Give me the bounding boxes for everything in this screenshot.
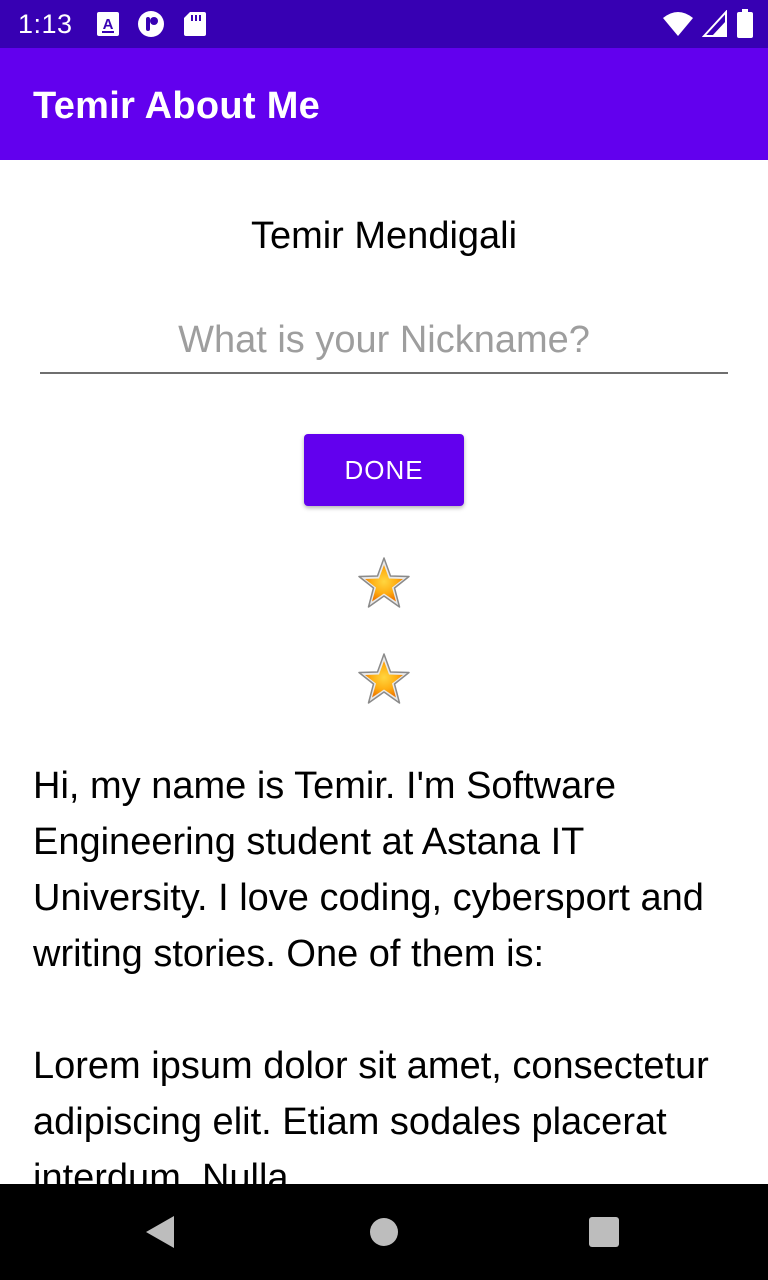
status-bar: 1:13 A	[0, 0, 768, 48]
wifi-icon	[662, 10, 694, 43]
status-time: 1:13	[18, 9, 73, 39]
sd-card-icon	[183, 10, 209, 38]
status-right-icons	[662, 9, 754, 44]
screen: 1:13 A Temir About Me Temir Mendigali Wh…	[0, 0, 768, 1280]
star-icon	[356, 556, 412, 612]
cell-signal-icon	[701, 9, 728, 43]
home-icon[interactable]	[364, 1212, 404, 1252]
bio-text: Hi, my name is Temir. I'm Software Engin…	[33, 765, 709, 1184]
circle-app-icon	[137, 10, 164, 38]
nickname-input[interactable]	[40, 308, 728, 374]
content-scroll[interactable]: Temir Mendigali DONE	[0, 160, 768, 1184]
recents-icon[interactable]	[584, 1212, 624, 1252]
battery-icon	[736, 9, 754, 44]
name-text: Temir Mendigali	[250, 215, 518, 257]
back-icon[interactable]	[140, 1212, 180, 1252]
svg-text:A: A	[103, 16, 114, 33]
star-icon	[356, 652, 412, 708]
nav-bar	[0, 1184, 768, 1280]
app-bar: Temir About Me	[0, 48, 768, 160]
font-a-icon: A	[96, 10, 122, 38]
app-title: Temir About Me	[33, 85, 321, 127]
done-button[interactable]: DONE	[304, 434, 464, 506]
